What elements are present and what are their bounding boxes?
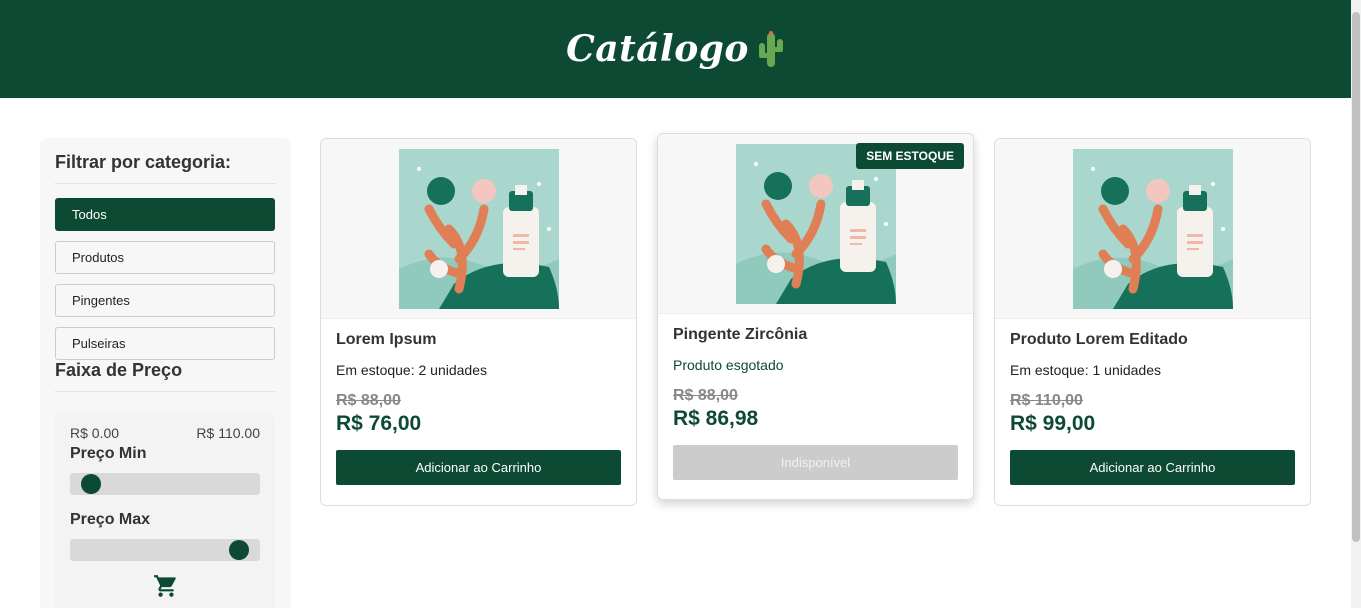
product-illustration (1073, 149, 1233, 309)
product-stock: Produto esgotado (673, 357, 784, 373)
cart-icon[interactable] (153, 573, 179, 599)
category-produtos-button[interactable]: Produtos (55, 241, 275, 274)
product-name: Lorem Ipsum (336, 331, 437, 348)
brand: Catálogo (566, 28, 785, 70)
category-todos-button[interactable]: Todos (55, 198, 275, 231)
max-price-slider-thumb[interactable] (229, 540, 249, 560)
add-to-cart-button[interactable]: Adicionar ao Carrinho (1010, 450, 1295, 485)
product-image (321, 139, 636, 319)
product-illustration (399, 149, 559, 309)
product-price: R$ 86,98 (673, 407, 759, 430)
category-filter-title: Filtrar por categoria: (55, 152, 276, 184)
product-name: Produto Lorem Editado (1010, 331, 1188, 348)
cactus-icon (758, 31, 783, 67)
product-stock: Em estoque: 2 unidades (336, 362, 487, 378)
max-price-label: Preço Max (70, 511, 151, 528)
scroll-thumb[interactable] (1352, 12, 1360, 542)
header-bar: Catálogo (0, 0, 1351, 98)
product-stock: Em estoque: 1 unidades (1010, 362, 1161, 378)
unavailable-button[interactable]: Indisponível (673, 445, 958, 480)
page-title: Catálogo (566, 28, 749, 70)
category-pingentes-button[interactable]: Pingentes (55, 284, 275, 317)
product-image (995, 139, 1310, 319)
product-old-price: R$ 110,00 (1010, 392, 1083, 409)
out-of-stock-badge: SEM ESTOQUE (856, 143, 964, 169)
price-max-value: R$ 110.00 (196, 425, 260, 441)
category-pulseiras-button[interactable]: Pulseiras (55, 327, 275, 360)
product-card: Lorem Ipsum Em estoque: 2 unidades R$ 88… (320, 138, 637, 506)
product-old-price: R$ 88,00 (673, 387, 738, 404)
price-range-box: R$ 0.00 R$ 110.00 Preço Min Preço Max (55, 413, 275, 608)
add-to-cart-button[interactable]: Adicionar ao Carrinho (336, 450, 621, 485)
product-price: R$ 99,00 (1010, 412, 1096, 435)
product-old-price: R$ 88,00 (336, 392, 401, 409)
min-price-slider[interactable] (70, 473, 260, 495)
page-scrollbar[interactable] (1351, 0, 1361, 608)
category-list: Todos Produtos Pingentes Pulseiras (55, 198, 276, 360)
product-card: Produto Lorem Editado Em estoque: 1 unid… (994, 138, 1311, 506)
price-min-value: R$ 0.00 (70, 425, 120, 441)
product-card: SEM ESTOQUE Pingente Zircônia Produto es… (657, 133, 974, 500)
min-price-label: Preço Min (70, 445, 147, 462)
product-name: Pingente Zircônia (673, 326, 808, 343)
max-price-slider[interactable] (70, 539, 260, 561)
price-range-title: Faixa de Preço (55, 360, 275, 392)
filter-sidebar: Filtrar por categoria: Todos Produtos Pi… (40, 138, 291, 608)
product-price: R$ 76,00 (336, 412, 422, 435)
min-price-slider-thumb[interactable] (81, 474, 101, 494)
